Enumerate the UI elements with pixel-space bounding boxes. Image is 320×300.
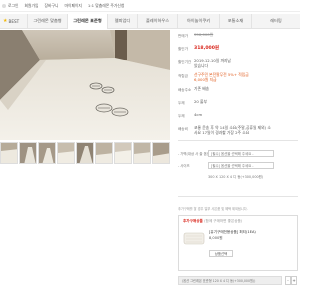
thumbnail-strip [0,142,172,164]
thumbnail[interactable] [76,142,94,164]
divider [178,140,298,141]
info-row-points: 적립금 선구주민 본전팔무전 5%+ 적립금 6,000원 지급 [178,71,249,82]
sale-price: 318,000원 [194,46,220,51]
product-info: 판매가 358,000원 할인가 318,000원 할인기간 2019.12.1… [178,32,298,140]
nav-item-standard[interactable]: 그린레몬 표준형 [68,13,108,29]
info-row-price: 판매가 358,000원 [178,32,214,38]
thumbnail[interactable] [152,142,170,164]
floor-mat-photo [0,30,170,140]
plus-button[interactable]: + [291,276,297,285]
nav-item-playhouse[interactable]: 플레이하우스 [138,13,178,29]
utility-item[interactable]: 로그인 [2,3,18,9]
additional-products-header: 추가구매상품 (함께 구매하면 좋은상품) [183,219,243,223]
nav-item-lettering[interactable]: 레터밍 [252,14,300,29]
utility-item[interactable]: 1:1 맞춤레몬 주가신청 [88,3,124,9]
info-row-sale: 할인가 318,000원 [178,46,220,51]
summary-text: (옵션 그린레몬 표준형 120 X 4 디 동(+300,000원)) [178,276,282,285]
nav-item-custom[interactable]: 그린레몬 맞춤형 [28,13,68,29]
thumbnail[interactable] [114,142,132,164]
option-row-wall: - 가벽(대상 사 출 옵션) [필수] 옵션을 선택해 주세요 - [178,150,274,157]
original-price: 358,000원 [194,32,214,37]
addon-product-name[interactable]: [유기구매전용상품] 퍼티(1EA) [209,230,256,235]
thumbnail[interactable] [38,142,56,164]
thumbnail[interactable] [0,142,18,164]
option-select-wall[interactable]: [필수] 옵션을 선택해 주세요 - [208,150,274,157]
product-main-image [0,30,170,140]
info-row-period: 할인기간 2019.12.10일 까지남았습니다 [178,58,231,68]
main-nav: ★ BEST 그린레몬 맞춤형 그린레몬 표준형 렐피업디 플레이하우스 아이놀이… [0,13,300,29]
nav-item-best[interactable]: ★ BEST [0,13,28,29]
info-row-shipping: 배송주소 기존 배송 [178,85,210,92]
utility-item[interactable]: 마이페이지 [64,3,81,9]
selected-option-text: 300 X 120 X 4 디 동(+300,000원) [208,175,264,179]
divider [178,196,298,197]
addon-select-button[interactable]: 상품선택 [209,250,233,257]
info-row-delivery: 배송비 코롱 운송 후 약 14일 소요(주말,공휴일 제외) 소사요 17일이… [178,124,271,135]
nav-item-kids[interactable]: 아이놀이쿠키 [178,13,220,29]
utility-bar: 로그인 회원가입 장바구니 마이페이지 1:1 맞춤레몬 주가신청 [0,0,300,12]
purchase-note: 추가구매를 할 경우 일부 사은품 및 혜택 제외됩니다. [178,207,248,211]
info-row-thickness: 두께 20 울부 [178,98,208,105]
utility-item[interactable]: 회원가입 [24,3,38,9]
utility-item[interactable]: 장바구니 [44,3,58,9]
nav-item-sofa[interactable]: 렐피업디 [108,13,138,29]
star-icon: ★ [3,18,8,24]
info-row-height: 두께 4cm [178,111,203,118]
thumbnail[interactable] [95,142,113,164]
additional-products-box: 추가구매상품 (함께 구매하면 좋은상품) [유기구매전용상품] 퍼티(1EA)… [178,215,298,271]
user-icon [2,3,6,8]
quantity-stepper: - + [285,276,297,285]
thumbnail[interactable] [57,142,75,164]
selected-summary: (옵션 그린레몬 표준형 120 X 4 디 동(+300,000원)) - + [178,276,298,285]
option-row-size: - 사이즈 [필수] 옵션을 선택해 주세요 - [178,162,274,169]
option-row-selected: 300 X 120 X 4 디 동(+300,000원) [178,174,263,179]
addon-product-image[interactable] [183,230,205,246]
option-select-size[interactable]: [필수] 옵션을 선택해 주세요 - [208,162,274,169]
nav-item-material[interactable]: 포통소재 [220,13,252,29]
thumbnail[interactable] [133,142,151,164]
addon-product-price: 8,000원 [209,236,223,240]
thumbnail[interactable] [19,142,37,164]
